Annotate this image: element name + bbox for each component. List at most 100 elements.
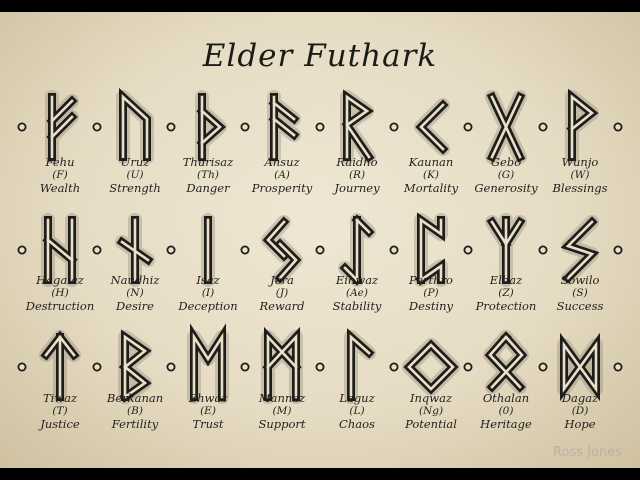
wunjo-rune-icon xyxy=(565,88,599,164)
rune-label-hagalaz: Hagalaz (H) Destruction xyxy=(20,274,100,313)
separator-dot-icon xyxy=(240,122,250,132)
ehwaz-rune-icon xyxy=(187,323,229,404)
gebo-rune-icon xyxy=(485,90,527,164)
rune-meaning: Generosity xyxy=(474,181,538,195)
separator-dot-icon xyxy=(538,245,548,255)
rune-meaning: Fertility xyxy=(111,417,159,431)
rune-label-kaunan: Kaunan (K) Mortality xyxy=(391,156,471,195)
rune-name: Berkanan xyxy=(106,391,164,405)
rune-label-fehu: Fehu (F) Wealth xyxy=(20,156,100,195)
separator-dot-icon xyxy=(17,362,27,372)
mannaz-rune-icon xyxy=(261,326,303,404)
rune-label-raidho: Raidho (R) Journey xyxy=(317,156,397,195)
rune-label-tiwaz: Tiwaz (T) Justice xyxy=(20,392,100,431)
rune-name: Inqwaz xyxy=(409,391,453,405)
separator-dot-icon xyxy=(315,122,325,132)
rune-name: Fehu xyxy=(45,155,75,169)
rune-meaning: Wealth xyxy=(39,181,81,195)
rune-stroke-outer xyxy=(415,212,445,286)
separator-dot-icon xyxy=(17,245,27,255)
rune-label-sowilo: Sowilo (S) Success xyxy=(540,274,620,313)
rune-stroke-outer xyxy=(119,87,151,161)
separator-dot-icon xyxy=(463,122,473,132)
separator-dot-icon xyxy=(92,245,102,255)
raidho-rune-icon xyxy=(340,89,376,164)
rune-meaning: Destiny xyxy=(408,299,454,313)
rune-meaning: Support xyxy=(258,417,306,431)
rune-meaning: Heritage xyxy=(480,417,532,431)
rune-meaning: Chaos xyxy=(339,417,375,431)
separator-dot-icon xyxy=(17,122,27,132)
rune-label-elhaz: Elhaz (Z) Protection xyxy=(466,274,546,313)
rune-name: Sowilo xyxy=(560,273,600,287)
rune-label-gebo: Gebo (G) Generosity xyxy=(466,156,546,195)
rune-label-inqwaz: Inqwaz (Ng) Potential xyxy=(391,392,471,431)
rune-name: Ehwaz xyxy=(188,391,228,405)
berkanan-rune-icon xyxy=(118,329,152,404)
separator-dot-icon xyxy=(315,362,325,372)
rune-chart: Elder Futhark Fehu (F) Wealth Uruz (U) Streng… xyxy=(0,12,640,468)
separator-dot-icon xyxy=(92,122,102,132)
ansuz-rune-icon xyxy=(267,90,301,164)
elhaz-rune-icon xyxy=(485,213,527,287)
separator-dot-icon xyxy=(240,245,250,255)
separator-dot-icon xyxy=(166,245,176,255)
sowilo-rune-icon xyxy=(560,215,600,285)
separator-dot-icon xyxy=(613,122,623,132)
tiwaz-rune-icon xyxy=(39,330,81,404)
separator-dot-icon xyxy=(613,362,623,372)
rune-meaning: Mortality xyxy=(403,181,459,195)
separator-dot-icon xyxy=(463,362,473,372)
separator-dot-icon xyxy=(166,362,176,372)
rune-meaning: Reward xyxy=(259,299,305,313)
separator-dot-icon xyxy=(389,122,399,132)
rune-label-dagaz: Dagaz (D) Hope xyxy=(540,392,620,431)
rune-meaning: Prosperity xyxy=(251,181,313,195)
dagaz-rune-icon xyxy=(557,332,603,402)
rune-label-isaz: Isaz (I) Deception xyxy=(168,274,248,313)
rune-stroke-inner xyxy=(490,218,522,282)
rune-name: Othalan xyxy=(482,391,530,405)
rune-meaning: Justice xyxy=(40,417,80,431)
watermark: Ross Jones xyxy=(553,445,622,460)
rune-label-berkanan: Berkanan (B) Fertility xyxy=(95,392,175,431)
separator-dot-icon xyxy=(538,122,548,132)
rune-label-naudhiz: Naudhiz (N) Desire xyxy=(95,274,175,313)
rune-meaning: Blessings xyxy=(552,181,608,195)
rune-name: Ansuz xyxy=(264,155,300,169)
rune-label-perthro: Perthro (P) Destiny xyxy=(391,274,471,313)
rune-label-jera: Jera (J) Reward xyxy=(242,274,322,313)
jera-rune-icon xyxy=(261,215,303,285)
rune-halo xyxy=(402,338,460,396)
rune-label-othalan: Othalan (0) Heritage xyxy=(466,392,546,431)
rune-meaning: Strength xyxy=(109,181,161,195)
separator-dot-icon xyxy=(613,245,623,255)
rune-meaning: Danger xyxy=(186,181,230,195)
rune-name: Gebo xyxy=(490,155,522,169)
rune-name: Isaz xyxy=(196,273,220,287)
rune-label-laguz: Laguz (L) Chaos xyxy=(317,392,397,431)
rune-meaning: Hope xyxy=(564,417,596,431)
separator-dot-icon xyxy=(389,245,399,255)
thurisaz-rune-icon xyxy=(195,90,227,164)
rune-name: Perthro xyxy=(409,273,453,287)
eihwaz-rune-icon xyxy=(338,213,376,287)
rune-meaning: Desire xyxy=(116,299,154,313)
uruz-rune-icon xyxy=(116,87,154,164)
separator-dot-icon xyxy=(538,362,548,372)
rune-name: Mannaz xyxy=(258,391,306,405)
rune-label-ehwaz: Ehwaz (E) Trust xyxy=(168,392,248,431)
rune-label-eihwaz: Eihwaz (Ae) Stability xyxy=(317,274,397,313)
rune-name: Thurisaz xyxy=(182,155,234,169)
rune-meaning: Destruction xyxy=(25,299,95,313)
rune-label-wunjo: Wunjo (W) Blessings xyxy=(540,156,620,195)
othalan-rune-icon xyxy=(483,330,529,394)
rune-stroke-inner xyxy=(343,218,371,282)
naudhiz-rune-icon xyxy=(115,213,155,287)
rune-stroke-outer xyxy=(415,99,449,155)
rune-name: Eihwaz xyxy=(335,273,379,287)
laguz-rune-icon xyxy=(344,328,376,404)
rune-label-mannaz: Mannaz (M) Support xyxy=(242,392,322,431)
fehu-rune-icon xyxy=(45,90,79,164)
rune-name: Tiwaz xyxy=(42,391,78,405)
